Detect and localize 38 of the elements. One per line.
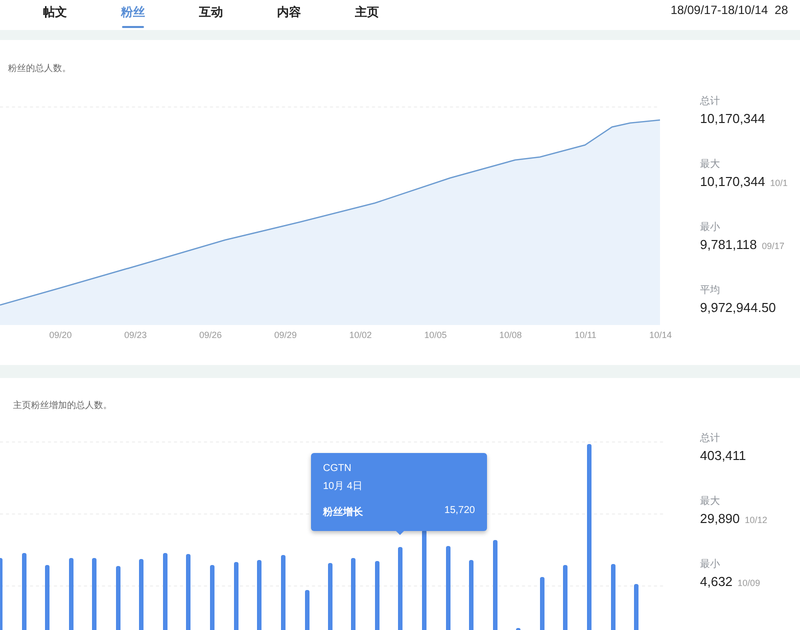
stat-label: 总计 <box>700 432 721 445</box>
stat-value: 403,411 <box>700 448 746 463</box>
axis-label: 10/11 <box>574 330 598 340</box>
tab[interactable]: 帖文 <box>16 0 94 30</box>
tab[interactable]: 主页 <box>328 0 406 30</box>
tab[interactable]: 互动 <box>172 0 250 30</box>
section-subtitle: 粉丝的总人数。 <box>8 62 72 75</box>
axis-label: 09/26 <box>198 330 223 340</box>
stat-label: 总计 <box>700 94 721 108</box>
stat-value: 9,781,118 <box>700 237 757 252</box>
stat-label: 最大 <box>700 158 721 171</box>
axis-label: 10/02 <box>348 330 373 340</box>
stat-date: 10/09 <box>738 578 760 588</box>
stat-value: 29,890 <box>700 511 740 526</box>
stat-label: 最小 <box>700 220 721 234</box>
tooltip-title: CGTN <box>323 463 352 474</box>
tooltip-label: 粉丝增长 <box>323 506 363 519</box>
stat-label: 平均 <box>700 284 721 297</box>
stat-value: 10,170,344 <box>700 174 766 189</box>
stat-value: 4,632 <box>700 574 733 589</box>
axis-label: 09/23 <box>123 330 148 340</box>
stat-label: 最小 <box>700 558 721 571</box>
axis-label: 10/08 <box>498 330 523 340</box>
axis-label: 09/20 <box>48 330 73 340</box>
tab[interactable]: 内容 <box>250 0 328 30</box>
stat-date: 10/12 <box>744 515 768 525</box>
date-range: 18/09/17-18/10/14 28 <box>670 2 788 19</box>
axis-label: 09/29 <box>273 330 298 340</box>
stat-date: 10/1 <box>770 178 788 188</box>
stat-date: 09/17 <box>762 241 784 251</box>
tooltip-value: 15,720 <box>444 505 475 518</box>
axis-label: 10/05 <box>423 330 448 340</box>
stat-value: 10,170,344 <box>700 111 766 126</box>
tooltip-date: 10月 4日 <box>323 480 364 493</box>
stat-value: 9,972,944.50 <box>700 300 776 315</box>
stat-label: 最大 <box>700 494 721 508</box>
section-subtitle: 主页粉丝增加的总人数。 <box>13 399 113 412</box>
axis-label: 10/14 <box>648 330 673 340</box>
